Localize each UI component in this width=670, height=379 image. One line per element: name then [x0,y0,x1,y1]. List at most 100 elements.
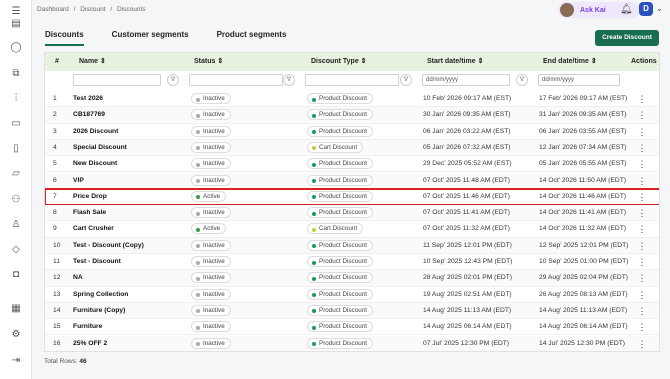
gear-icon[interactable]: ⚙ [10,329,22,341]
name-filter-input[interactable] [73,74,161,86]
store-icon[interactable]: ▦ [10,303,22,315]
more-actions-icon[interactable]: ⋮ [637,173,647,189]
sort-icon[interactable]: ⇕ [591,58,597,65]
more-actions-icon[interactable]: ⋮ [637,140,647,156]
table-row[interactable]: 9 Cart Crusher Active Cart Discount 07 Oct' … [45,221,659,238]
more-actions-icon[interactable]: ⋮ [637,287,647,303]
more-actions-icon[interactable]: ⋮ [637,205,647,221]
discount-name[interactable]: Test - Discount (Copy) [73,238,183,254]
discount-name[interactable]: Test 2026 [73,91,183,107]
more-actions-icon[interactable]: ⋮ [637,319,647,335]
row-number: 3 [53,127,57,135]
filter-icon[interactable]: ∇ [167,74,179,86]
header-discount-type[interactable]: Discount Type ⇕ [307,53,367,71]
table-row[interactable]: 6 VIP Inactive Product Discount 07 Oct' 2025… [45,172,659,189]
header-status[interactable]: Status ⇕ [190,53,223,71]
filter-icon[interactable]: ∇ [400,74,412,86]
person-edit-icon[interactable]: ♙ [10,219,22,231]
status-badge: Inactive [191,239,231,251]
discount-name[interactable]: Furniture [73,319,183,335]
table-row[interactable]: 5 New Discount Inactive Product Discount 29 … [45,156,659,173]
table-row[interactable]: 10 Test - Discount (Copy) Inactive Product … [45,237,659,254]
document-icon[interactable]: ▤ [10,18,22,30]
table-row[interactable]: 16 25% OFF 2 Inactive Product Discount 07 Ju… [45,335,659,352]
more-actions-icon[interactable]: ⋮ [637,254,647,270]
table-row[interactable]: 13 Spring Collection Inactive Product Disco… [45,287,659,303]
table-row[interactable]: 15 Furniture Inactive Product Discount 14 Au… [45,319,659,336]
discount-name[interactable]: Cart Crusher [73,221,183,237]
start-datetime: 07 Oct' 2025 11:48 AM (EDT) [423,176,511,184]
discount-name[interactable]: Furniture (Copy) [73,303,183,319]
tab-discounts[interactable]: Discounts [45,28,84,46]
filter-icon[interactable]: ∇ [516,74,528,86]
folder-icon[interactable]: ▱ [10,168,22,180]
user-avatar[interactable]: D [639,2,653,16]
file-icon[interactable]: ▯ [10,143,22,155]
table-row[interactable]: 3 2026 Discount Inactive Product Discount 06… [45,124,659,140]
clipboard-icon[interactable]: ▭ [10,118,22,130]
camera-icon[interactable]: ◘ [10,269,22,281]
more-actions-icon[interactable]: ⋮ [637,270,647,286]
more-actions-icon[interactable]: ⋮ [637,156,647,172]
table-row[interactable]: 12 NA Inactive Product Discount 28 Aug' 2025… [45,270,659,287]
tab-product-segments[interactable]: Product segments [217,28,287,46]
tab-customer-segments[interactable]: Customer segments [112,28,189,46]
sort-icon[interactable]: ⇕ [361,58,367,65]
status-filter-input[interactable] [189,74,283,86]
row-number: 4 [53,143,57,151]
sort-icon[interactable]: ⇕ [100,58,106,65]
status-badge: Inactive [191,321,231,333]
more-actions-icon[interactable]: ⋮ [637,336,647,352]
more-actions-icon[interactable]: ⋮ [637,303,647,319]
row-number: 6 [53,176,57,184]
more-actions-icon[interactable]: ⋮ [637,124,647,140]
type-filter-input[interactable] [305,74,399,86]
layers-icon[interactable]: ⧉ [10,68,22,80]
discount-name[interactable]: Special Discount [73,140,183,156]
discount-name[interactable]: 2026 Discount [73,124,183,140]
header-end-date[interactable]: End date/time ⇕ [539,53,597,71]
sort-icon[interactable]: ⇕ [478,58,484,65]
more-actions-icon[interactable]: ⋮ [637,238,647,254]
table-row[interactable]: 1 Test 2026 Inactive Product Discount 10 Feb… [45,91,659,108]
breadcrumb-dashboard[interactable]: Dashboard [37,6,69,13]
more-actions-icon[interactable]: ⋮ [637,189,647,205]
end-date-filter-input[interactable]: dd/mm/yyyy [538,74,620,86]
start-datetime: 05 Jan' 2026 07:32 AM (EST) [423,143,511,151]
more-actions-icon[interactable]: ⋮ [637,107,647,123]
filter-icon[interactable]: ∇ [283,74,295,86]
table-row[interactable]: 7 Price Drop Active Product Discount 07 Oct'… [45,187,659,207]
start-date-filter-input[interactable]: dd/mm/yyyy [422,74,510,86]
sort-icon[interactable]: ⇕ [217,58,223,65]
tag-icon[interactable]: ◇ [10,244,22,256]
discount-name[interactable]: Test - Discount [73,254,183,270]
status-badge: Inactive [191,174,231,186]
create-discount-button[interactable]: Create Discount [595,30,659,46]
more-actions-icon[interactable]: ⋮ [637,91,647,107]
header-name[interactable]: Name ⇕ [75,53,106,71]
logout-icon[interactable]: ⇥ [10,355,22,367]
header-start-date[interactable]: Start date/time ⇕ [423,53,483,71]
breadcrumb-discount[interactable]: Discount [80,6,105,13]
discount-type-badge: Product Discount [307,256,373,267]
discount-name[interactable]: Spring Collection [73,287,183,303]
discount-name[interactable]: CB187769 [73,107,183,123]
discount-name[interactable]: NA [73,270,183,286]
table-row[interactable]: 14 Furniture (Copy) Inactive Product Discou… [45,302,659,320]
bell-icon[interactable]: 🔔︎ [620,4,633,15]
table-row[interactable]: 8 Flash Sale Inactive Product Discount 07 Oc… [45,205,659,222]
table-row[interactable]: 4 Special Discount Inactive Cart Discount 05… [45,139,659,157]
sliders-icon[interactable]: ⫶ [10,93,22,105]
discount-name[interactable]: 25% OFF 2 [73,336,183,352]
users-icon[interactable]: ⚇ [10,194,22,206]
chevron-down-icon[interactable]: ⌄ [656,4,663,13]
discount-name[interactable]: New Discount [73,156,183,172]
discount-name[interactable]: VIP [73,173,183,189]
more-actions-icon[interactable]: ⋮ [637,221,647,237]
discount-name[interactable]: Price Drop [73,189,183,205]
table-row[interactable]: 2 CB187769 Inactive Product Discount 30 Jan'… [45,107,659,124]
table-row[interactable]: 11 Test - Discount Inactive Product Discoun… [45,254,659,271]
discount-name[interactable]: Flash Sale [73,205,183,221]
menu-icon[interactable]: ☰ [10,6,22,18]
user-icon[interactable]: ◯ [10,42,22,54]
